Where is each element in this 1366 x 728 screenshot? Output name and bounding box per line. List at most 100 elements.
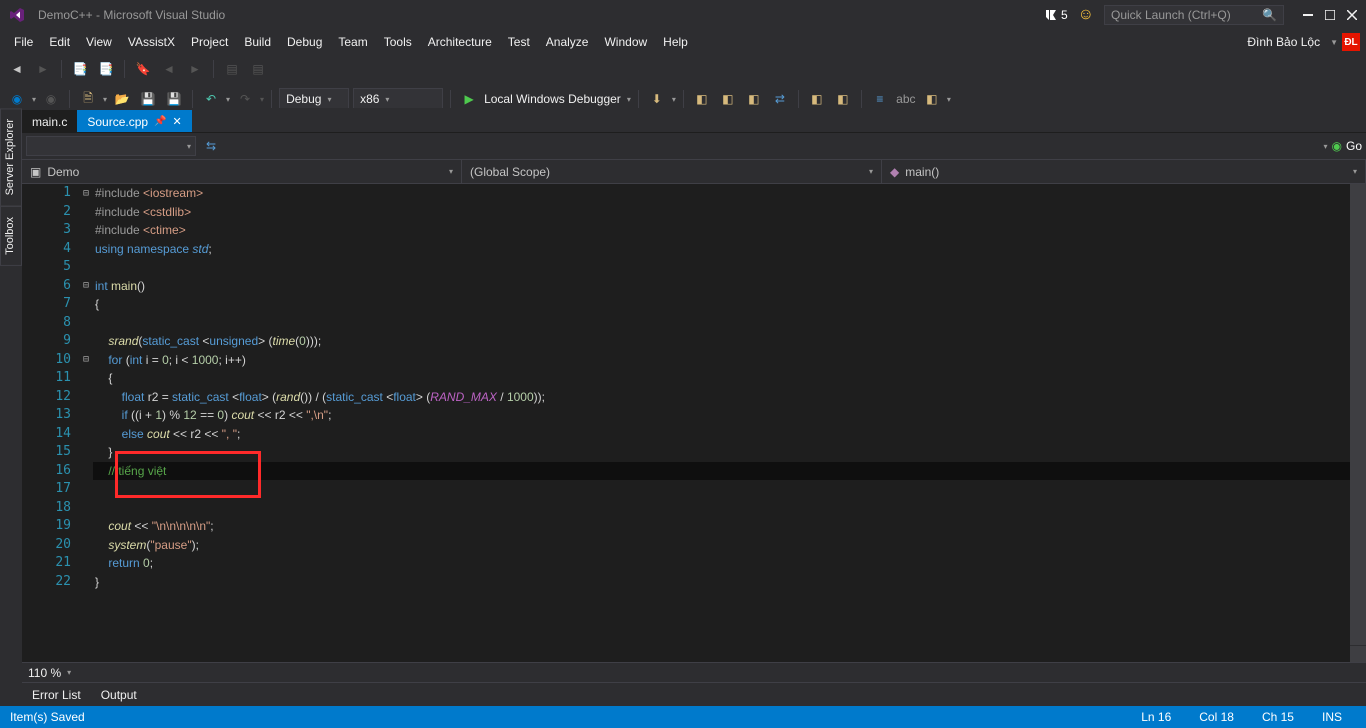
code-line-2[interactable]: #include <cstdlib> (93, 203, 1366, 222)
code-line-6[interactable]: int main() (93, 277, 1366, 296)
nav-back-icon[interactable]: ◄ (6, 58, 28, 80)
side-tab-toolbox[interactable]: Toolbox (0, 206, 22, 266)
prev-bookmark-icon[interactable]: ◄ (158, 58, 180, 80)
pin-icon[interactable]: 📌 (154, 116, 166, 127)
scope-project[interactable]: ▣ Demo ▾ (22, 160, 462, 183)
menu-edit[interactable]: Edit (41, 32, 78, 52)
editor-area: main.c Source.cpp 📌 ✕ ▾ ⇆ ▾ ◉ Go ▣ Demo … (22, 108, 1366, 682)
tb-icon-3[interactable]: ◧ (743, 88, 765, 110)
debugger-label[interactable]: Local Windows Debugger (484, 92, 621, 106)
code-line-9[interactable]: srand(static_cast <unsigned> (time(0))); (93, 332, 1366, 351)
code-line-10[interactable]: for (int i = 0; i < 1000; i++) (93, 351, 1366, 370)
platform-dropdown[interactable]: x86▾ (353, 88, 443, 110)
tab-main-c[interactable]: main.c (22, 110, 77, 132)
code-line-13[interactable]: if ((i + 1) % 12 == 0) cout << r2 << ",\… (93, 406, 1366, 425)
back-circle-icon[interactable]: ◉ (6, 88, 28, 110)
quick-launch-input[interactable]: Quick Launch (Ctrl+Q) 🔍 (1104, 5, 1284, 25)
side-tab-server-explorer[interactable]: Server Explorer (0, 108, 22, 206)
vertical-scrollbar[interactable] (1350, 184, 1366, 662)
code-line-7[interactable]: { (93, 295, 1366, 314)
code-lines[interactable]: #include <iostream>#include <cstdlib>#in… (93, 184, 1366, 662)
tb-icon-1[interactable]: ◧ (691, 88, 713, 110)
new-project-icon[interactable]: 🗎 (77, 88, 99, 110)
tb-icon-9[interactable]: ◧ (921, 88, 943, 110)
scope-function[interactable]: ◆ main() ▾ (882, 160, 1366, 183)
nav-sync-icon[interactable]: ⇆ (200, 135, 222, 157)
document-tabs: main.c Source.cpp 📌 ✕ (22, 108, 1366, 132)
start-debug-icon[interactable]: ▶ (458, 88, 480, 110)
tb-icon-6[interactable]: ◧ (832, 88, 854, 110)
zoom-level[interactable]: 110 % (28, 666, 61, 680)
menu-test[interactable]: Test (500, 32, 538, 52)
status-col: Col 18 (1185, 710, 1248, 724)
history-icon[interactable]: 📑 (69, 58, 91, 80)
notifications-badge[interactable]: 5 (1045, 8, 1068, 22)
menu-tools[interactable]: Tools (376, 32, 420, 52)
comment-icon[interactable]: ▤ (221, 58, 243, 80)
tab-source-cpp[interactable]: Source.cpp 📌 ✕ (77, 110, 191, 132)
code-line-22[interactable]: } (93, 573, 1366, 592)
go-control[interactable]: ▾ ◉ Go (1323, 139, 1362, 153)
config-dropdown[interactable]: Debug▾ (279, 88, 349, 110)
chevron-down-icon[interactable]: ▾ (67, 668, 71, 677)
code-line-1[interactable]: #include <iostream> (93, 184, 1366, 203)
save-icon[interactable]: 💾 (137, 88, 159, 110)
menu-debug[interactable]: Debug (279, 32, 330, 52)
step-icon[interactable]: ⬇ (646, 88, 668, 110)
menu-team[interactable]: Team (330, 32, 375, 52)
redo-icon[interactable]: ↷ (234, 88, 256, 110)
fwd-circle-icon[interactable]: ◉ (40, 88, 62, 110)
open-icon[interactable]: 📂 (111, 88, 133, 110)
code-line-16[interactable]: // tiếng việt (93, 462, 1366, 481)
code-line-17[interactable] (93, 480, 1366, 499)
undo-icon[interactable]: ↶ (200, 88, 222, 110)
tb-icon-4[interactable]: ⇄ (769, 88, 791, 110)
tb-icon-2[interactable]: ◧ (717, 88, 739, 110)
menu-view[interactable]: View (78, 32, 120, 52)
close-button[interactable] (1346, 9, 1358, 21)
uncomment-icon[interactable]: ▤ (247, 58, 269, 80)
menu-build[interactable]: Build (236, 32, 279, 52)
code-line-21[interactable]: return 0; (93, 554, 1366, 573)
nav-fwd-icon[interactable]: ► (32, 58, 54, 80)
code-line-3[interactable]: #include <ctime> (93, 221, 1366, 240)
feedback-icon[interactable]: ☺ (1078, 6, 1094, 24)
menu-architecture[interactable]: Architecture (420, 32, 500, 52)
fold-column[interactable]: ⊟⊟⊟ (79, 184, 93, 662)
maximize-button[interactable] (1324, 9, 1336, 21)
nav-history-combo[interactable]: ▾ (26, 136, 196, 156)
chevron-down-icon[interactable]: ▼ (1330, 38, 1338, 47)
user-name[interactable]: Đình Bảo Lộc (1241, 35, 1326, 49)
code-line-12[interactable]: float r2 = static_cast <float> (rand()) … (93, 388, 1366, 407)
bookmark-icon[interactable]: 🔖 (132, 58, 154, 80)
save-all-icon[interactable]: 💾 (163, 88, 185, 110)
side-tabs: Server Explorer Toolbox (0, 108, 22, 668)
code-line-14[interactable]: else cout << r2 << ", "; (93, 425, 1366, 444)
code-line-5[interactable] (93, 258, 1366, 277)
history2-icon[interactable]: 📑 (95, 58, 117, 80)
scope-namespace[interactable]: (Global Scope) ▾ (462, 160, 882, 183)
next-bookmark-icon[interactable]: ► (184, 58, 206, 80)
minimize-button[interactable] (1302, 9, 1314, 21)
menu-project[interactable]: Project (183, 32, 236, 52)
code-line-20[interactable]: system("pause"); (93, 536, 1366, 555)
menu-vassistx[interactable]: VAssistX (120, 32, 183, 52)
code-line-19[interactable]: cout << "\n\n\n\n\n"; (93, 517, 1366, 536)
tb-icon-8[interactable]: abc (895, 88, 917, 110)
code-line-8[interactable] (93, 314, 1366, 333)
code-line-4[interactable]: using namespace std; (93, 240, 1366, 259)
code-line-18[interactable] (93, 499, 1366, 518)
menu-file[interactable]: File (6, 32, 41, 52)
menu-help[interactable]: Help (655, 32, 696, 52)
code-line-11[interactable]: { (93, 369, 1366, 388)
tab-output[interactable]: Output (97, 685, 141, 705)
user-avatar[interactable]: ĐL (1342, 33, 1360, 51)
tab-error-list[interactable]: Error List (28, 685, 85, 705)
tb-icon-5[interactable]: ◧ (806, 88, 828, 110)
close-icon[interactable]: ✕ (173, 115, 182, 128)
tb-icon-7[interactable]: ≡ (869, 88, 891, 110)
menu-window[interactable]: Window (596, 32, 655, 52)
code-line-15[interactable]: } (93, 443, 1366, 462)
menu-analyze[interactable]: Analyze (538, 32, 597, 52)
code-editor[interactable]: 12345678910111213141516171819202122 ⊟⊟⊟ … (22, 184, 1366, 662)
